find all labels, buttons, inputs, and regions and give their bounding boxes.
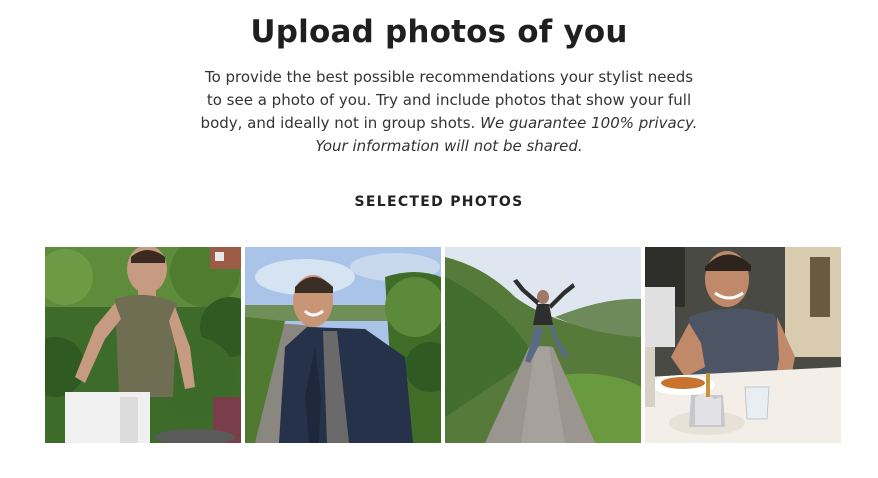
photo-dinner-table[interactable] [645, 247, 841, 443]
photo-barbecue-garden[interactable] [45, 247, 241, 443]
photo-jumping-on-road[interactable] [445, 247, 641, 443]
selected-photos-gallery [45, 247, 841, 443]
photo-barbecue-image [45, 247, 241, 443]
page-title: Upload photos of you [250, 14, 628, 50]
photo-country-lane-smiling[interactable] [245, 247, 441, 443]
photo-country-lane-image [245, 247, 441, 443]
photo-dinner-image [645, 247, 841, 443]
selected-photos-heading: SELECTED PHOTOS [354, 194, 524, 210]
photo-jumping-image [445, 247, 641, 443]
intro-text: To provide the best possible recommendat… [199, 66, 699, 158]
